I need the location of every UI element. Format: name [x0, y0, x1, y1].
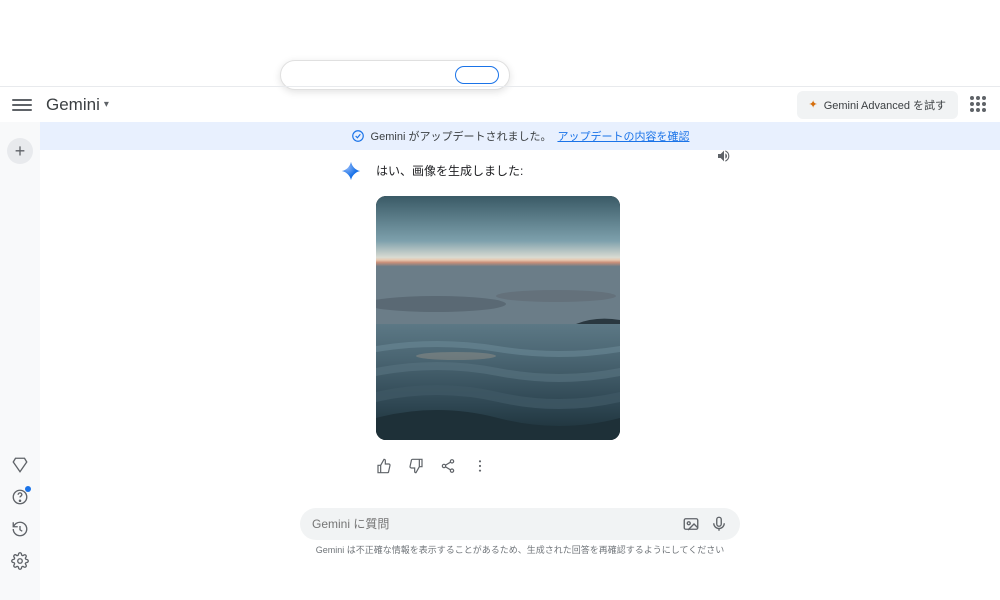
pill-action-outline[interactable] [455, 66, 499, 84]
chat-area: はい、画像を生成しました: [40, 160, 1000, 528]
settings-icon[interactable] [11, 552, 29, 570]
gem-outline-icon[interactable] [11, 456, 29, 474]
message-text: はい、画像を生成しました: [376, 160, 523, 179]
banner-text: Gemini がアップデートされました。 [371, 128, 552, 144]
menu-icon[interactable] [12, 95, 32, 115]
check-badge-icon [351, 129, 365, 143]
history-icon[interactable] [11, 520, 29, 538]
thumbs-up-icon[interactable] [376, 458, 392, 474]
header-bar: Gemini ▾ ✦ Gemini Advanced を試す [0, 86, 1000, 122]
gemini-advanced-button[interactable]: ✦ Gemini Advanced を試す [797, 91, 959, 119]
sparkle-icon: ✦ [809, 98, 818, 111]
brand-label: Gemini [46, 95, 100, 115]
caret-down-icon: ▾ [104, 99, 109, 110]
message-actions [376, 458, 810, 474]
prompt-input[interactable] [312, 517, 672, 531]
update-banner: Gemini がアップデートされました。 アップデートの内容を確認 [40, 122, 1000, 150]
disclaimer-text: Gemini は不正確な情報を表示することがあるため、生成された回答を再確認する… [40, 543, 1000, 556]
input-bar-container [40, 508, 1000, 540]
new-chat-button[interactable]: + [7, 138, 33, 164]
assistant-message: はい、画像を生成しました: [340, 160, 810, 474]
banner-link[interactable]: アップデートの内容を確認 [557, 128, 689, 144]
prompt-input-bar[interactable] [300, 508, 740, 540]
left-rail: + [0, 122, 40, 600]
message-header: はい、画像を生成しました: [340, 160, 810, 182]
apps-grid-icon[interactable] [970, 96, 988, 114]
image-upload-icon[interactable] [682, 515, 700, 533]
header-right: ✦ Gemini Advanced を試す [797, 91, 989, 119]
more-icon[interactable] [472, 458, 488, 474]
brand-dropdown[interactable]: Gemini ▾ [46, 95, 109, 115]
mic-icon[interactable] [710, 515, 728, 533]
thumbs-down-icon[interactable] [408, 458, 424, 474]
share-icon[interactable] [440, 458, 456, 474]
help-icon[interactable] [11, 488, 29, 506]
advanced-button-label: Gemini Advanced を試す [824, 97, 946, 113]
gemini-logo-icon [340, 160, 362, 182]
generated-image[interactable] [376, 196, 620, 440]
header-left: Gemini ▾ [12, 95, 109, 115]
plus-icon: + [15, 141, 26, 162]
